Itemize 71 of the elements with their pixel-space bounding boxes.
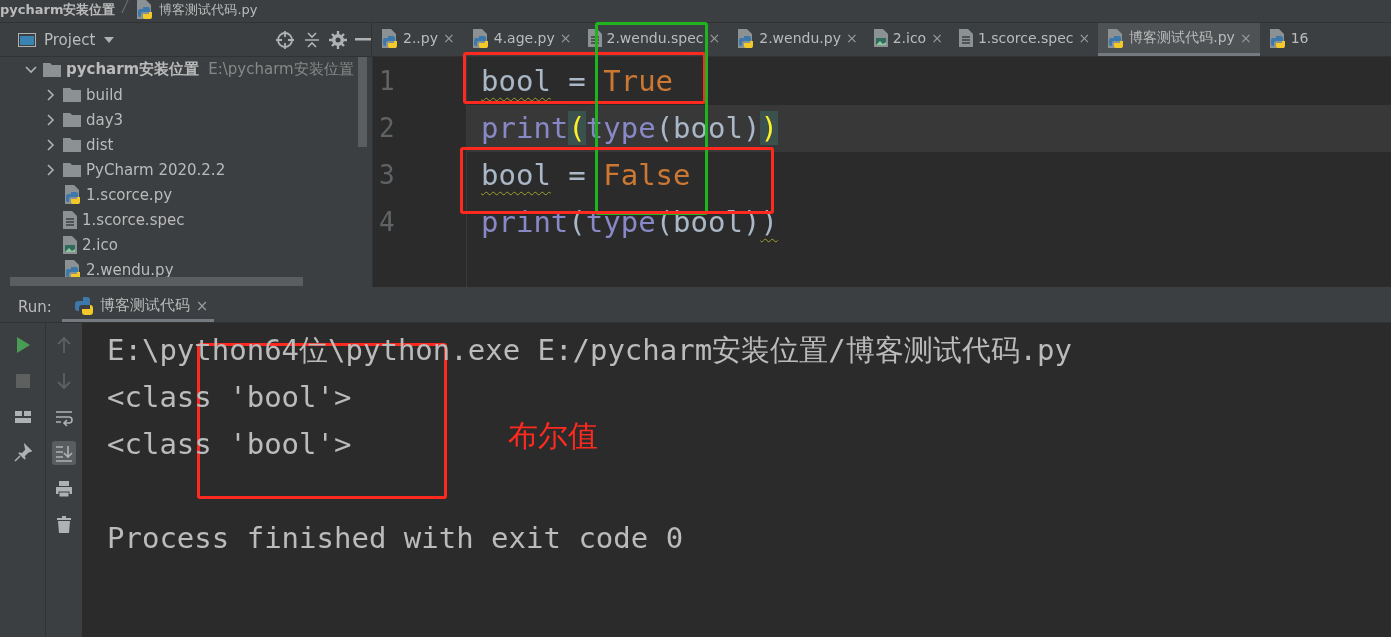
close-icon[interactable]: ×: [708, 30, 721, 46]
editor-tab[interactable]: 2.wendu.spec ×: [579, 23, 729, 56]
editor-tab[interactable]: 2..py ×: [372, 23, 463, 56]
python-file-icon: [380, 28, 398, 48]
delete-icon: [54, 515, 74, 535]
python-file-icon: [470, 28, 489, 48]
tree-item[interactable]: 2.ico: [82, 235, 118, 254]
close-icon[interactable]: ×: [1078, 30, 1091, 46]
close-icon[interactable]: ×: [931, 30, 943, 46]
tree-item[interactable]: build: [86, 85, 123, 104]
python-file-icon: [63, 185, 81, 204]
editor-tab[interactable]: 1.scorce.spec ×: [950, 23, 1099, 56]
line-number: 3: [378, 159, 396, 192]
breadcrumb-item[interactable]: 博客测试代码.py: [159, 2, 258, 18]
tree-item[interactable]: dist: [86, 135, 114, 154]
close-icon[interactable]: ×: [443, 30, 455, 46]
folder-icon: [63, 87, 81, 102]
tree-item[interactable]: pycharm安装位置: [66, 60, 200, 79]
scroll-to-end-button[interactable]: [52, 441, 76, 465]
run-label: Run:: [18, 298, 52, 316]
tree-item[interactable]: 2.wendu.py: [86, 260, 174, 279]
tree-item[interactable]: 1.scorce.spec: [82, 210, 185, 229]
code-line: bool = False: [480, 157, 692, 194]
down-arrow-icon: [54, 371, 74, 391]
folder-icon: [43, 62, 61, 77]
editor-tab[interactable]: 4.age.py ×: [462, 23, 580, 56]
python-file-icon: [1106, 28, 1125, 48]
python-icon: [73, 295, 94, 316]
close-icon[interactable]: ×: [1239, 30, 1252, 46]
editor-tab[interactable]: 博客测试代码.py ×: [1098, 23, 1260, 56]
editor-tab[interactable]: 2.ico ×: [865, 23, 951, 56]
panel-title[interactable]: Project: [44, 30, 96, 49]
line-number: 1: [378, 65, 396, 98]
text-file-icon: [958, 29, 973, 47]
text-file-icon: [63, 210, 77, 229]
minimize-icon: [355, 37, 371, 42]
image-file-icon: [63, 235, 77, 254]
console-line: Process finished with exit code 0: [107, 520, 684, 557]
python-file-icon: [135, 0, 154, 19]
annotation-label: 布尔值: [508, 417, 598, 455]
dropdown-caret-icon: [103, 35, 116, 44]
editor-tab[interactable]: 2.wendu.py ×: [728, 23, 866, 56]
window-icon: [18, 32, 36, 47]
scrollbar[interactable]: [358, 57, 367, 147]
line-number: 2: [378, 112, 396, 145]
folder-icon: [63, 162, 81, 177]
folder-icon: [63, 112, 81, 127]
folder-path: E:\pycharm安装位置: [208, 60, 354, 79]
editor-tab[interactable]: 16: [1259, 23, 1317, 56]
folder-icon: [63, 137, 81, 152]
python-file-icon: [1267, 28, 1286, 48]
breadcrumb-item[interactable]: pycharm安装位置: [0, 2, 116, 18]
close-icon[interactable]: ×: [195, 296, 209, 315]
settings-icon: [329, 30, 347, 49]
scroll-to-end-icon: [54, 443, 74, 463]
image-file-icon: [873, 29, 888, 47]
pin-icon: [12, 443, 33, 463]
close-icon[interactable]: ×: [559, 30, 572, 46]
tree-item[interactable]: PyCharm 2020.2.2: [86, 160, 226, 179]
code-line: bool = True: [480, 63, 675, 100]
print-icon: [54, 479, 74, 499]
crosshair-icon: [275, 29, 295, 50]
python-file-icon: [736, 28, 755, 48]
collapse-all-icon: [303, 30, 321, 49]
tree-item[interactable]: 1.scorce.py: [86, 185, 173, 204]
breadcrumb-separator-icon: [121, 0, 130, 14]
scrollbar[interactable]: [10, 277, 303, 286]
tree-item[interactable]: day3: [86, 110, 124, 129]
close-icon[interactable]: ×: [845, 30, 858, 46]
tree-root-row[interactable]: pycharm安装位置 E:\pycharm安装位置: [10, 57, 372, 82]
line-number: 4: [378, 206, 396, 239]
